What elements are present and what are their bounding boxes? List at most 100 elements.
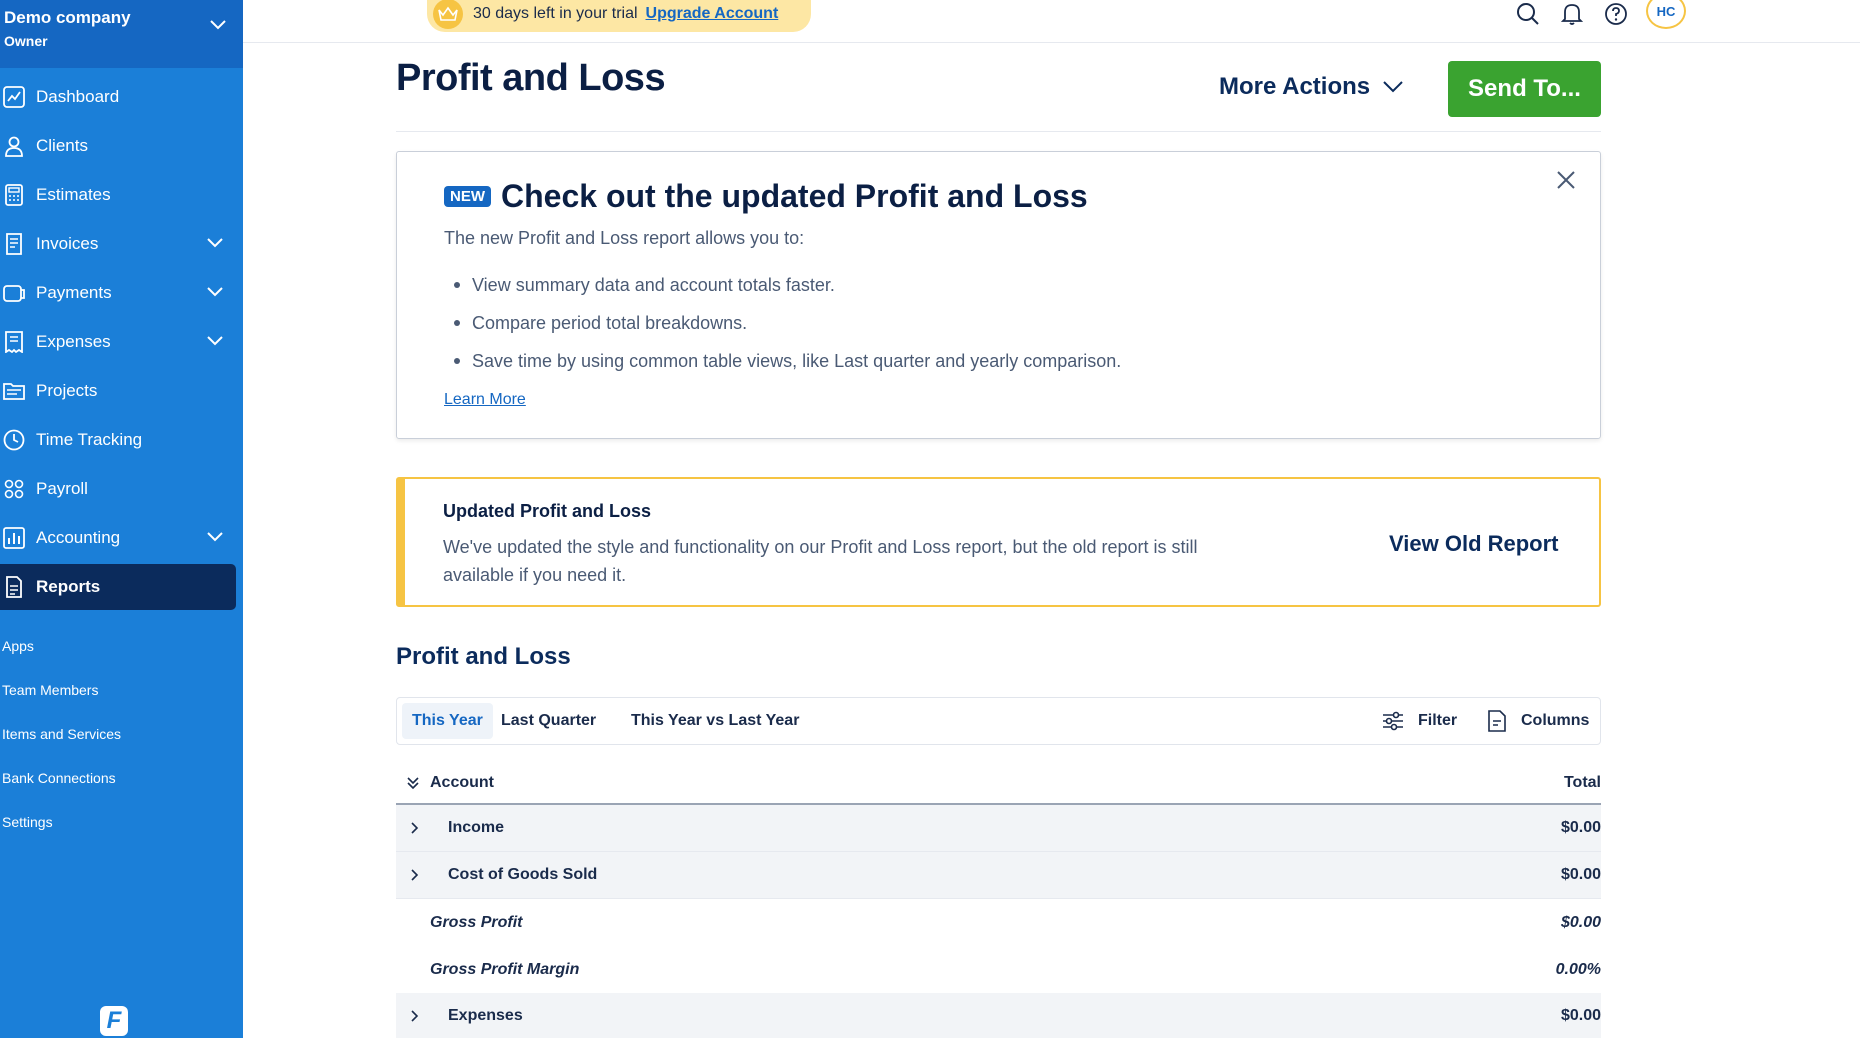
columns-button[interactable]: Columns [1487,698,1589,744]
bar-chart-icon [2,526,26,550]
sidebar-item-payments[interactable]: Payments [0,270,236,316]
topbar-actions: HC [1514,0,1860,29]
column-header-account: Account [430,774,494,791]
folder-icon [2,379,26,403]
row-value: $0.00 [1560,913,1601,931]
sidebar-link-items-services[interactable]: Items and Services [0,712,243,756]
chevron-down-icon [206,528,224,548]
crown-icon [433,0,463,29]
sidebar-item-dashboard[interactable]: Dashboard [0,74,236,120]
bullet-text: Compare period total breakdowns. [472,312,748,333]
document-icon [1488,710,1506,732]
table-row[interactable]: Income $0.00 [396,805,1601,852]
sidebar-item-label: Payroll [36,479,88,498]
row-label: Gross Profit Margin [430,960,580,978]
row-label: Gross Profit [430,913,523,931]
sidebar-item-expenses[interactable]: Expenses [0,319,236,365]
bullet-dot [454,358,460,364]
sidebar-item-time-tracking[interactable]: Time Tracking [0,417,236,463]
sidebar-item-invoices[interactable]: Invoices [0,221,236,267]
filter-button[interactable]: Filter [1382,698,1457,744]
promo-header: NEW Check out the updated Profit and Los… [444,178,1088,215]
report-icon [2,575,26,599]
list-item: Save time by using common table views, l… [444,342,1121,380]
sidebar-item-label: Clients [36,136,88,155]
search-icon[interactable] [1514,0,1542,28]
chevron-right-icon[interactable] [410,821,420,840]
sidebar-item-payroll[interactable]: Payroll [0,466,236,512]
sidebar-item-projects[interactable]: Projects [0,368,236,414]
notice-title: Updated Profit and Loss [443,501,652,521]
tab-this-year-vs-last-year[interactable]: This Year vs Last Year [621,703,809,739]
row-label: Cost of Goods Sold [448,866,598,883]
chevron-right-icon[interactable] [410,868,420,887]
filter-label: Filter [1418,712,1458,729]
send-to-button[interactable]: Send To... [1448,61,1601,117]
sidebar-item-reports[interactable]: Reports [0,564,236,610]
table-row[interactable]: Cost of Goods Sold $0.00 [396,852,1601,899]
bullet-text: Save time by using common table views, l… [472,350,1122,371]
chart-line-icon [2,85,26,109]
sidebar-link-settings[interactable]: Settings [0,800,243,844]
report-table: Account Total Income $0.00 Cost of Goods… [396,763,1601,1038]
chevron-down-icon [209,18,227,36]
sidebar-item-label: Estimates [36,185,111,204]
payment-icon [2,281,26,305]
table-row: Gross Profit $0.00 [396,899,1601,946]
avatar[interactable]: HC [1646,0,1686,29]
sidebar-item-label: Invoices [36,234,99,253]
sidebar-item-label: Projects [36,381,98,400]
column-header-total: Total [1563,774,1601,791]
trial-banner: 30 days left in your trial Upgrade Accou… [427,0,811,32]
columns-label: Columns [1521,712,1590,729]
header-divider [396,131,1601,132]
tab-last-quarter[interactable]: Last Quarter [491,703,606,739]
close-icon[interactable] [1552,166,1580,194]
page-title: Profit and Loss [396,57,666,99]
row-value: $0.00 [1560,866,1601,883]
help-icon[interactable] [1602,0,1630,28]
row-value: $0.00 [1560,1007,1601,1024]
collapse-all-icon[interactable] [406,776,420,795]
sidebar-item-label: Dashboard [36,87,120,106]
notice-body: We've updated the style and functionalit… [443,537,1198,585]
sidebar-item-label: Accounting [36,528,121,547]
topbar: 30 days left in your trial Upgrade Accou… [243,0,1860,43]
table-row: Gross Profit Margin 0.00% [396,946,1601,993]
sidebar-item-clients[interactable]: Clients [0,123,236,169]
tab-this-year[interactable]: This Year [402,703,493,739]
calculator-icon [2,183,26,207]
sidebar: Demo company Owner Dashboard Clients Est… [0,0,243,1038]
more-actions-dropdown[interactable]: More Actions [1219,73,1404,101]
view-old-report-button[interactable]: View Old Report [1389,531,1559,557]
trial-text: 30 days left in your trial [473,5,638,22]
old-report-notice: Updated Profit and Loss We've updated th… [396,477,1601,607]
brand-logo: F [100,1006,128,1036]
receipt-icon [2,330,26,354]
row-label: Income [448,819,505,836]
chevron-right-icon[interactable] [410,1009,420,1028]
sidebar-link-bank-connections[interactable]: Bank Connections [0,756,243,800]
chevron-down-icon [206,283,224,303]
upgrade-account-link[interactable]: Upgrade Account [646,5,779,23]
bell-icon[interactable] [1558,0,1586,28]
sliders-icon [1383,711,1403,731]
company-role: Owner [4,33,48,49]
list-item: Compare period total breakdowns. [444,304,1121,342]
row-value: $0.00 [1560,819,1601,836]
sidebar-item-label: Reports [36,577,101,596]
sidebar-link-apps[interactable]: Apps [0,624,243,668]
bullet-dot [454,320,460,326]
sidebar-item-label: Expenses [36,332,111,351]
table-row[interactable]: Expenses $0.00 [396,993,1601,1038]
row-label: Expenses [448,1007,523,1024]
learn-more-link[interactable]: Learn More [444,391,526,409]
sidebar-link-team-members[interactable]: Team Members [0,668,243,712]
report-section-title: Profit and Loss [396,643,571,670]
table-header: Account Total [396,763,1601,805]
sidebar-item-accounting[interactable]: Accounting [0,515,236,561]
more-actions-label: More Actions [1219,73,1371,100]
company-switcher[interactable]: Demo company Owner [0,0,243,68]
invoice-icon [2,232,26,256]
sidebar-item-estimates[interactable]: Estimates [0,172,236,218]
